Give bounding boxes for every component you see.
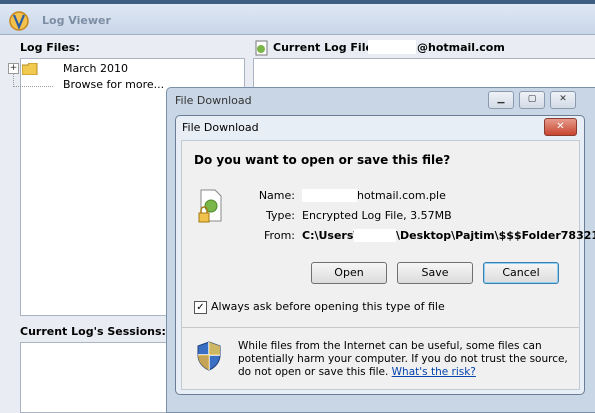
redaction [368,40,416,54]
always-ask-label[interactable]: Always ask before opening this type of f… [211,300,445,313]
tree-connector [13,86,53,87]
file-download-dialog: File Download ✕ Do you want to open or s… [175,115,595,395]
sessions-label: Current Log's Sessions: [20,325,166,338]
current-log-file-label: Current Log File: [273,41,378,54]
redaction [354,229,396,242]
tree-connector [13,73,14,87]
divider [182,327,579,328]
from-label: From: [264,229,295,242]
name-label: Name: [258,189,295,202]
from-suffix: \Desktop\Pajtim\$$$Folder78321 [396,229,595,242]
always-ask-checkbox[interactable]: ✓ [194,301,207,314]
outer-window-title: File Download [175,94,252,107]
save-button[interactable]: Save [397,262,473,284]
cancel-button[interactable]: Cancel [483,262,559,284]
app-logo-icon [9,11,29,31]
file-name-value: hotmail.com.ple [357,189,446,202]
log-file-icon [255,40,268,56]
current-log-file-email: @hotmail.com [417,41,505,54]
minimize-icon[interactable]: ▁ [488,91,514,109]
folder-icon [22,63,38,75]
close-icon[interactable]: ✕ [550,91,576,109]
tree-item-march-2010[interactable]: March 2010 [63,62,128,75]
security-shield-icon [197,341,221,371]
maximize-icon[interactable]: ▢ [519,91,545,109]
dialog-body: Do you want to open or save this file? N… [181,140,595,390]
encrypted-file-icon [198,189,222,223]
redaction [302,189,357,202]
risk-link[interactable]: What's the risk? [392,366,476,378]
app-title-bar: Log Viewer [0,4,595,35]
type-label: Type: [266,209,295,222]
dialog-question: Do you want to open or save this file? [194,153,451,167]
from-prefix: C:\Users\ [302,229,358,242]
dialog-title: File Download [182,121,259,134]
app-title: Log Viewer [42,14,111,27]
dialog-close-icon[interactable]: ✕ [544,118,577,136]
file-type-value: Encrypted Log File, 3.57MB [302,209,452,222]
tree-item-browse[interactable]: Browse for more... [63,78,164,91]
security-warning: While files from the Internet can be use… [238,340,568,379]
log-files-label: Log Files: [20,41,80,54]
open-button[interactable]: Open [311,262,387,284]
